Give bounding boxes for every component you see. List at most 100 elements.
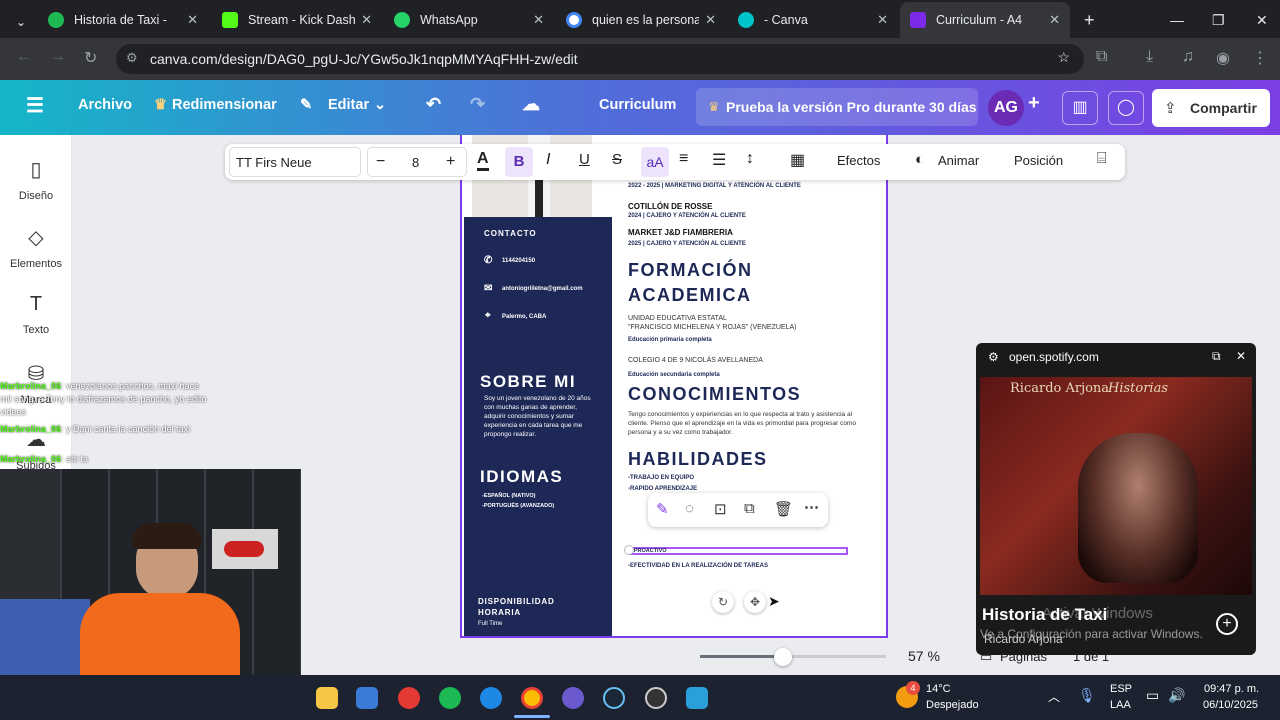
tab-whatsapp[interactable]: WhatsApp ✕ bbox=[384, 6, 554, 34]
close-icon[interactable]: ✕ bbox=[1049, 12, 1060, 28]
url-input[interactable]: ⚙ canva.com/design/DAG0_pgU-Jc/YGw5oJk1n… bbox=[116, 44, 1084, 74]
clock-date[interactable]: 06/10/2025 bbox=[1203, 699, 1258, 711]
site-info-icon[interactable]: ⚙ bbox=[126, 50, 138, 66]
minimize-button[interactable]: — bbox=[1160, 6, 1194, 34]
redimensionar-button[interactable]: Redimensionar bbox=[172, 97, 277, 113]
align-left-icon[interactable]: ≡ bbox=[679, 150, 688, 168]
resize-handle[interactable] bbox=[624, 545, 634, 555]
hamburger-menu-icon[interactable]: ☰ bbox=[26, 93, 44, 118]
zoom-level[interactable]: 57 % bbox=[908, 648, 940, 664]
forward-icon[interactable]: → bbox=[50, 48, 66, 66]
sidebar-item-elementos[interactable]: ◇ Elementos bbox=[0, 225, 72, 270]
sidebar-item-diseno[interactable]: ▯ Diseño bbox=[0, 157, 72, 202]
file-explorer-icon[interactable] bbox=[316, 687, 338, 709]
settings-icon[interactable]: ⚙ bbox=[988, 350, 999, 364]
photos-icon[interactable] bbox=[686, 687, 708, 709]
extensions-icon[interactable]: ⧉ bbox=[1096, 48, 1107, 66]
microphone-icon[interactable]: 🎙 bbox=[1078, 687, 1096, 704]
spotify-picture-in-picture[interactable]: ⚙ open.spotify.com ⧉ ✕ Ricardo Arjona Hi… bbox=[976, 343, 1256, 655]
comment-add-icon[interactable]: ◌ bbox=[685, 500, 694, 517]
pro-trial-button[interactable]: ♛ Prueba la versión Pro durante 30 días bbox=[696, 88, 978, 126]
close-window-button[interactable]: ✕ bbox=[1246, 6, 1278, 34]
spotify-taskbar-icon[interactable] bbox=[439, 687, 461, 709]
resume-page[interactable]: 2022 - 2025 | MARKETING DIGITAL Y ATENCI… bbox=[460, 135, 888, 638]
media-player-icon[interactable] bbox=[398, 687, 420, 709]
text-color-icon[interactable]: A bbox=[477, 150, 489, 171]
keyboard-layout[interactable]: LAA bbox=[1110, 699, 1131, 711]
avatar[interactable]: AG bbox=[988, 90, 1024, 126]
underline-icon[interactable]: U bbox=[579, 151, 590, 168]
plus-icon[interactable]: + bbox=[446, 153, 455, 171]
add-people-icon[interactable]: + bbox=[1028, 92, 1040, 115]
efectos-button[interactable]: Efectos bbox=[837, 153, 880, 168]
new-tab-button[interactable]: + bbox=[1074, 6, 1105, 34]
bold-icon[interactable]: B bbox=[505, 147, 533, 177]
close-icon[interactable]: ✕ bbox=[361, 12, 372, 28]
transparency-icon[interactable]: ▦ bbox=[790, 150, 805, 170]
edge-icon[interactable] bbox=[480, 687, 502, 709]
menu-kebab-icon[interactable]: ⋮ bbox=[1252, 48, 1268, 68]
minus-icon[interactable]: − bbox=[376, 153, 385, 171]
editar-dropdown[interactable]: Editar bbox=[328, 97, 369, 113]
tab-kick-dashboard[interactable]: Stream - Kick Dashbo ✕ bbox=[212, 6, 382, 34]
profile-icon[interactable]: ◉ bbox=[1216, 48, 1230, 68]
store-icon[interactable] bbox=[356, 687, 378, 709]
back-to-tab-icon[interactable]: ⧉ bbox=[1212, 349, 1221, 364]
obs-icon[interactable] bbox=[562, 687, 584, 709]
close-icon[interactable]: ✕ bbox=[533, 12, 544, 28]
close-icon[interactable]: ✕ bbox=[877, 12, 888, 28]
download-icon[interactable]: ⤓ bbox=[1146, 48, 1153, 66]
font-size-stepper[interactable]: − 8 + bbox=[367, 147, 467, 177]
chrome-icon[interactable] bbox=[521, 687, 543, 709]
tab-historia-de-taxi[interactable]: Historia de Taxi - ✕ bbox=[38, 6, 208, 34]
font-family-select[interactable]: TT Firs Neue bbox=[229, 147, 361, 177]
analytics-button[interactable]: ▥ bbox=[1062, 91, 1098, 125]
posicion-button[interactable]: Posición bbox=[1014, 153, 1063, 168]
letter-case-icon[interactable]: aA bbox=[641, 147, 669, 177]
app-icon[interactable] bbox=[645, 687, 667, 709]
redo-icon[interactable]: ↷ bbox=[470, 94, 485, 115]
undo-icon[interactable]: ↶ bbox=[426, 94, 441, 115]
network-icon[interactable]: ▭ bbox=[1146, 687, 1159, 704]
tab-curriculum[interactable]: Curriculum - A4 ✕ bbox=[900, 2, 1070, 38]
language-code[interactable]: ESP bbox=[1110, 683, 1132, 695]
spacing-icon[interactable]: ↕ bbox=[746, 150, 754, 168]
strikethrough-icon[interactable]: S bbox=[612, 151, 622, 168]
media-control-icon[interactable]: ♫ bbox=[1182, 48, 1194, 66]
volume-icon[interactable]: 🔊 bbox=[1168, 687, 1185, 704]
comments-button[interactable]: ◯ bbox=[1108, 91, 1144, 125]
lock-icon[interactable]: ⊡ bbox=[714, 500, 727, 518]
document-title[interactable]: Curriculum bbox=[599, 97, 676, 113]
zoom-slider-thumb[interactable] bbox=[774, 648, 792, 666]
steam-icon[interactable] bbox=[603, 687, 625, 709]
chevron-up-icon[interactable]: ︿ bbox=[1048, 688, 1060, 705]
animar-button[interactable]: Animar bbox=[938, 153, 979, 168]
italic-icon[interactable]: I bbox=[546, 151, 550, 169]
maximize-button[interactable]: ❐ bbox=[1202, 6, 1235, 34]
close-icon[interactable]: ✕ bbox=[187, 12, 198, 28]
back-icon[interactable]: ← bbox=[16, 48, 32, 66]
rotate-handle-icon[interactable]: ↻ bbox=[712, 591, 734, 613]
tab-google-search[interactable]: quien es la persona c ✕ bbox=[556, 6, 726, 34]
more-options-icon[interactable]: ⋯ bbox=[804, 498, 819, 516]
cloud-saved-icon[interactable]: ☁ bbox=[522, 94, 540, 115]
chevron-down-icon[interactable]: ⌄ bbox=[374, 97, 386, 113]
close-icon[interactable]: ✕ bbox=[705, 12, 716, 28]
reload-icon[interactable]: ↻ bbox=[84, 48, 97, 68]
magic-edit-icon[interactable]: ✎ bbox=[656, 500, 669, 518]
share-button[interactable]: ⇪ Compartir bbox=[1152, 89, 1270, 127]
clock-time[interactable]: 09:47 p. m. bbox=[1204, 683, 1259, 695]
duplicate-icon[interactable]: ⧉ bbox=[744, 500, 755, 517]
tab-canva[interactable]: - Canva ✕ bbox=[728, 6, 898, 34]
move-handle-icon[interactable]: ✥ bbox=[744, 591, 766, 613]
paint-format-icon[interactable]: ⌸ bbox=[1097, 150, 1107, 168]
trash-icon[interactable]: 🗑 bbox=[774, 500, 793, 518]
add-to-library-icon[interactable]: + bbox=[1216, 613, 1238, 635]
close-icon[interactable]: ✕ bbox=[1236, 349, 1246, 363]
tab-search-button[interactable]: ⌄ bbox=[6, 8, 34, 36]
bookmark-star-icon[interactable]: ☆ bbox=[1057, 49, 1070, 66]
skill-item-selected[interactable]: -PROACTIVO bbox=[628, 547, 848, 555]
font-size-value[interactable]: 8 bbox=[412, 155, 419, 170]
sidebar-item-texto[interactable]: T Texto bbox=[0, 293, 72, 336]
archivo-menu[interactable]: Archivo bbox=[78, 97, 132, 113]
